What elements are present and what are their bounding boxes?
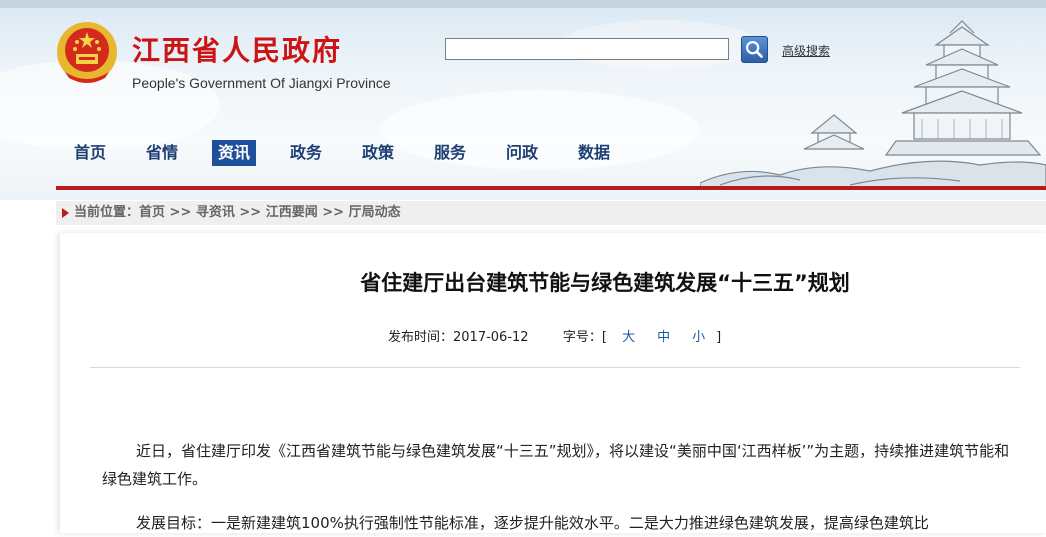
pavilion-illustration: [700, 20, 1046, 190]
breadcrumb-separator: >>: [234, 205, 266, 220]
nav-item-inquiry[interactable]: 问政: [506, 140, 538, 166]
site-subtitle: People's Government Of Jiangxi Province: [132, 75, 391, 91]
font-size-small-button[interactable]: 小: [692, 330, 705, 345]
breadcrumb-item-department-news[interactable]: 厅局动态: [349, 205, 401, 220]
nav-item-government-affairs[interactable]: 政务: [290, 140, 322, 166]
search-input[interactable]: [445, 38, 729, 60]
nav-item-services[interactable]: 服务: [434, 140, 466, 166]
article-paragraph: 发展目标：一是新建建筑100%执行强制性节能标准，逐步提升能效水平。二是大力推进…: [136, 514, 929, 532]
nav-item-province[interactable]: 省情: [146, 140, 178, 166]
nav-item-news[interactable]: 资讯: [212, 140, 257, 166]
breadcrumb-item-jiangxi-news[interactable]: 江西要闻: [266, 205, 318, 220]
nav-item-policy[interactable]: 政策: [362, 140, 394, 166]
breadcrumb-text: 当前位置：首页 >> 寻资讯 >> 江西要闻 >> 厅局动态: [74, 205, 401, 221]
font-size-large-button[interactable]: 大: [622, 330, 635, 345]
breadcrumb-separator: >>: [165, 205, 196, 220]
header-divider: [56, 186, 1046, 190]
top-band: [0, 0, 1046, 8]
nav-item-data[interactable]: 数据: [578, 140, 610, 166]
font-size-label: 字号：: [562, 330, 602, 345]
article-title: 省住建厅出台建筑节能与绿色建筑发展“十三五”规划: [360, 271, 850, 295]
breadcrumb-separator: >>: [317, 205, 349, 220]
meta-divider: [90, 367, 1020, 368]
nav-item-home[interactable]: 首页: [74, 140, 106, 166]
font-size-medium-button[interactable]: 中: [657, 330, 670, 345]
article-meta: 发布时间：2017-06-12 字号：[ 大中小]: [388, 330, 722, 345]
cloud-decoration: [380, 90, 700, 170]
triangle-right-icon: [62, 208, 69, 218]
publish-date: 2017-06-12: [453, 330, 529, 345]
national-emblem-icon: [57, 22, 117, 83]
breadcrumb: 当前位置：首页 >> 寻资讯 >> 江西要闻 >> 厅局动态: [56, 201, 1046, 225]
article-paragraph: 近日，省住建厅印发《江西省建筑节能与绿色建筑发展“十三五”规划》，将以建设“美丽…: [102, 442, 1010, 488]
article-container: 省住建厅出台建筑节能与绿色建筑发展“十三五”规划 发布时间：2017-06-12…: [60, 233, 1046, 533]
publish-label: 发布时间：: [388, 330, 454, 345]
breadcrumb-item-home[interactable]: 首页: [139, 205, 165, 220]
breadcrumb-item-news[interactable]: 寻资讯: [196, 205, 235, 220]
site-title: 江西省人民政府: [132, 34, 343, 67]
breadcrumb-prefix: 当前位置：: [74, 205, 140, 220]
site-header: 江西省人民政府 People's Government Of Jiangxi P…: [0, 0, 1046, 200]
